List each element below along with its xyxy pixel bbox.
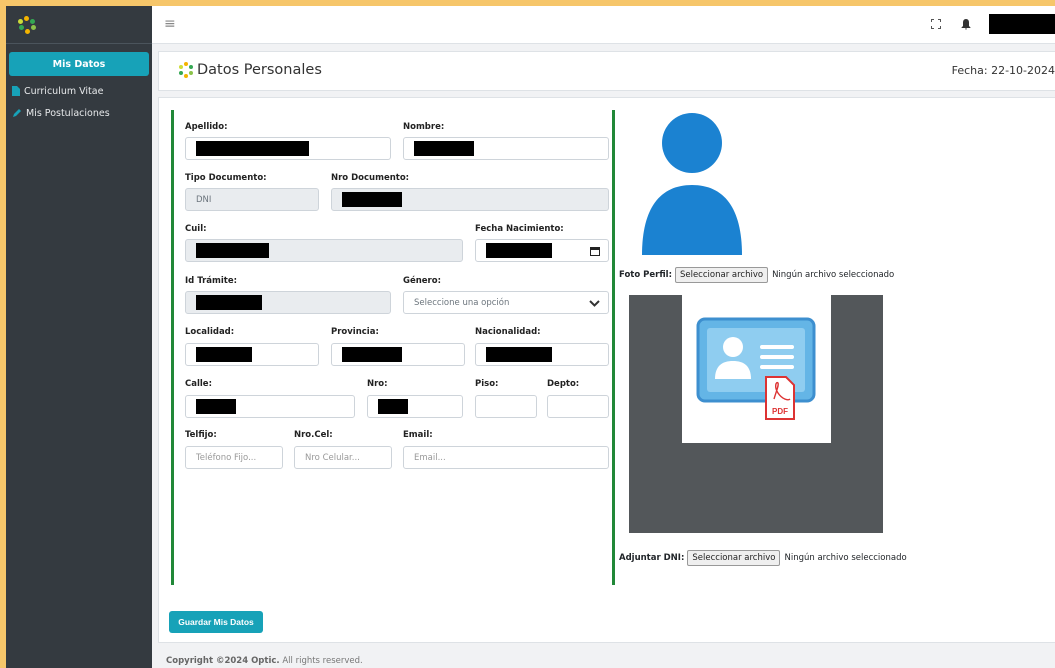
nro-label: Nro: — [367, 379, 388, 389]
apellido-input[interactable] — [185, 137, 391, 160]
sun-logo-icon — [179, 62, 193, 78]
sidebar-item-label: Mis Datos — [52, 58, 106, 70]
telfijo-placeholder: Teléfono Fijo... — [196, 452, 257, 463]
avatar-icon — [642, 113, 742, 255]
genero-select-value: Seleccione una opción — [414, 297, 510, 308]
adjuntar-dni-label: Adjuntar DNI: — [619, 553, 685, 563]
nacionalidad-input[interactable] — [475, 343, 609, 366]
telfijo-label: Telfijo: — [185, 430, 217, 440]
nacionalidad-label: Nacionalidad: — [475, 327, 541, 337]
footer-copyright: Copyright ©2024 Optic. — [166, 656, 280, 666]
adjuntar-dni-row: Adjuntar DNI: Seleccionar archivo Ningún… — [619, 550, 907, 566]
calendar-icon[interactable] — [590, 246, 600, 256]
nombre-input[interactable] — [403, 137, 609, 160]
piso-input[interactable] — [475, 395, 537, 418]
piso-label: Piso: — [475, 379, 499, 389]
sidebar-item-mis-postulaciones[interactable]: Mis Postulaciones — [6, 102, 152, 124]
brand[interactable] — [6, 6, 152, 44]
tipo-documento-label: Tipo Documento: — [185, 173, 267, 183]
id-tramite-label: Id Trámite: — [185, 276, 237, 286]
localidad-input[interactable] — [185, 343, 319, 366]
cuil-input[interactable] — [185, 239, 463, 262]
cuil-label: Cuil: — [185, 224, 207, 234]
chevron-down-icon — [589, 300, 600, 307]
main-card: Apellido: Nombre: Tipo Documento: Nro Do… — [158, 97, 1055, 643]
foto-perfil-status: Ningún archivo seleccionado — [772, 270, 895, 280]
top-navbar: ≡ — [152, 6, 1055, 44]
email-label: Email: — [403, 430, 433, 440]
provincia-label: Provincia: — [331, 327, 379, 337]
pdf-label: PDF — [772, 407, 788, 416]
document-icon — [12, 86, 20, 96]
id-tramite-input[interactable] — [185, 291, 391, 314]
sidebar-item-curriculum-vitae[interactable]: Curriculum Vitae — [6, 80, 152, 102]
dni-placeholder-image: PDF — [682, 295, 831, 443]
guardar-mis-datos-button[interactable]: Guardar Mis Datos — [169, 611, 263, 633]
page-title: Datos Personales — [177, 61, 322, 79]
nrocel-label: Nro.Cel: — [294, 430, 333, 440]
provincia-input[interactable] — [331, 343, 465, 366]
depto-label: Depto: — [547, 379, 580, 389]
apellido-label: Apellido: — [185, 122, 228, 132]
adjuntar-dni-status: Ningún archivo seleccionado — [784, 553, 907, 563]
bell-icon[interactable] — [959, 17, 973, 31]
sidebar-item-label: Mis Postulaciones — [26, 107, 110, 119]
nombre-label: Nombre: — [403, 122, 445, 132]
localidad-label: Localidad: — [185, 327, 235, 337]
nro-documento-label: Nro Documento: — [331, 173, 410, 183]
footer-rights: All rights reserved. — [279, 656, 363, 666]
adjuntar-dni-file-button[interactable]: Seleccionar archivo — [687, 550, 781, 566]
genero-label: Género: — [403, 276, 441, 286]
email-placeholder: Email... — [414, 452, 446, 463]
personal-data-form: Apellido: Nombre: Tipo Documento: Nro Do… — [171, 110, 615, 585]
sidebar: Mis Datos Curriculum Vitae Mis Postulaci… — [6, 6, 152, 668]
tipo-documento-input[interactable]: DNI — [185, 188, 319, 211]
app-frame: Mis Datos Curriculum Vitae Mis Postulaci… — [0, 0, 1055, 668]
page-header: Datos Personales Fecha: 22-10-2024 — [158, 51, 1055, 91]
fecha-nacimiento-input[interactable] — [475, 239, 609, 262]
hamburger-icon[interactable]: ≡ — [164, 16, 176, 32]
expand-icon[interactable] — [929, 17, 943, 31]
telfijo-input[interactable]: Teléfono Fijo... — [185, 446, 283, 469]
fecha-nacimiento-label: Fecha Nacimiento: — [475, 224, 564, 234]
id-card-pdf-icon: PDF — [696, 317, 816, 420]
date-label: Fecha: 22-10-2024 — [951, 64, 1055, 77]
topbar-icons — [929, 14, 1055, 34]
user-name-redacted[interactable] — [989, 14, 1055, 34]
calle-label: Calle: — [185, 379, 212, 389]
foto-perfil-label: Foto Perfil: — [619, 270, 672, 280]
nro-input[interactable] — [367, 395, 463, 418]
nro-documento-input[interactable] — [331, 188, 609, 211]
attachments-panel: Foto Perfil: Seleccionar archivo Ningún … — [619, 110, 1055, 585]
page-title-text: Datos Personales — [197, 62, 322, 78]
foto-perfil-file-button[interactable]: Seleccionar archivo — [674, 267, 769, 283]
depto-input[interactable] — [547, 395, 609, 418]
footer: Copyright ©2024 Optic. All rights reserv… — [166, 656, 363, 666]
dni-preview: PDF — [629, 295, 883, 533]
nrocel-input[interactable]: Nro Celular... — [294, 446, 392, 469]
nrocel-placeholder: Nro Celular... — [305, 452, 360, 463]
sidebar-item-mis-datos[interactable]: Mis Datos — [9, 52, 149, 76]
sidebar-item-label: Curriculum Vitae — [24, 85, 104, 97]
tipo-documento-value: DNI — [196, 194, 212, 205]
foto-perfil-row: Foto Perfil: Seleccionar archivo Ningún … — [619, 267, 894, 283]
genero-select[interactable]: Seleccione una opción — [403, 291, 609, 314]
email-input[interactable]: Email... — [403, 446, 609, 469]
logo-icon — [18, 15, 36, 34]
calle-input[interactable] — [185, 395, 355, 418]
pencil-icon — [13, 109, 21, 117]
